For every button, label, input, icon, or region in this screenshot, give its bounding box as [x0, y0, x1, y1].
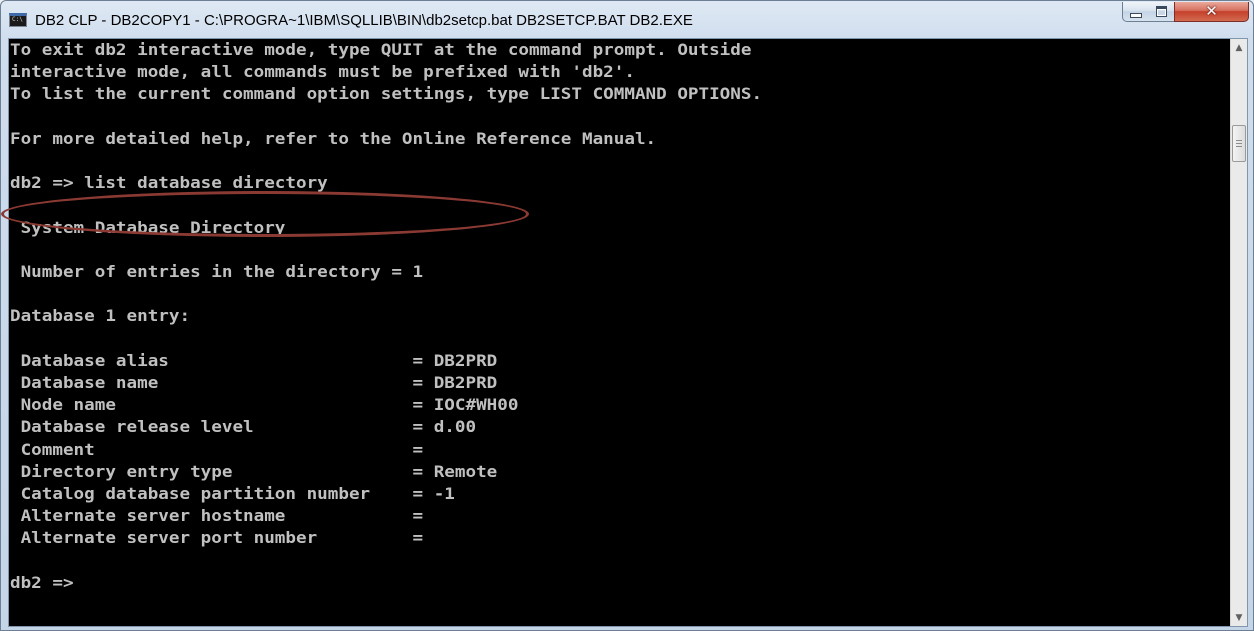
console-line: db2 => list database directory	[10, 174, 328, 193]
minimize-icon	[1129, 12, 1142, 18]
console-line: Comment =	[10, 440, 424, 460]
console-area: To exit db2 interactive mode, type QUIT …	[1, 38, 1248, 627]
console-line: db2 =>	[10, 573, 74, 593]
console-window-icon[interactable]: C:\	[9, 13, 27, 27]
vertical-scrollbar[interactable]: ▲ ▼	[1230, 39, 1247, 626]
console-line: To exit db2 interactive mode, type QUIT …	[10, 40, 752, 60]
console-line: Alternate server hostname =	[10, 507, 424, 526]
console-line: For more detailed help, refer to the Onl…	[10, 129, 657, 149]
maximize-icon	[1155, 6, 1167, 17]
console-line: Database 1 entry:	[10, 307, 191, 326]
console-line: System Database Directory	[10, 218, 286, 238]
close-button[interactable]: ✕	[1174, 2, 1249, 22]
console-line: interactive mode, all commands must be p…	[10, 63, 635, 82]
console-line: Number of entries in the directory = 1	[10, 262, 424, 282]
console-line: Database release level = d.00	[10, 418, 477, 437]
console-line: Node name = IOC#WH00	[10, 396, 519, 415]
console-line: Catalog database partition number = -1	[10, 484, 455, 504]
console-line: Directory entry type = Remote	[10, 462, 498, 482]
minimize-button[interactable]	[1122, 2, 1149, 22]
console-line: Alternate server port number =	[10, 529, 424, 548]
scroll-thumb-grip	[1236, 143, 1242, 144]
console-output[interactable]: To exit db2 interactive mode, type QUIT …	[9, 39, 1230, 626]
scroll-thumb[interactable]	[1232, 125, 1246, 162]
console-window: C:\ DB2 CLP - DB2COPY1 - C:\PROGRA~1\IBM…	[0, 0, 1254, 631]
close-icon: ✕	[1205, 2, 1218, 20]
console-line: To list the current command option setti…	[10, 85, 763, 104]
window-title: DB2 CLP - DB2COPY1 - C:\PROGRA~1\IBM\SQL…	[35, 12, 693, 29]
console-line: Database alias = DB2PRD	[10, 351, 498, 371]
title-bar[interactable]: C:\ DB2 CLP - DB2COPY1 - C:\PROGRA~1\IBM…	[1, 1, 1253, 39]
console-line: Database name = DB2PRD	[10, 373, 498, 393]
maximize-button[interactable]	[1148, 2, 1175, 22]
scroll-thumb-grip	[1236, 146, 1242, 147]
scroll-thumb-grip	[1236, 140, 1242, 141]
scroll-up-arrow-icon[interactable]: ▲	[1231, 39, 1247, 56]
scroll-down-arrow-icon[interactable]: ▼	[1231, 609, 1247, 626]
